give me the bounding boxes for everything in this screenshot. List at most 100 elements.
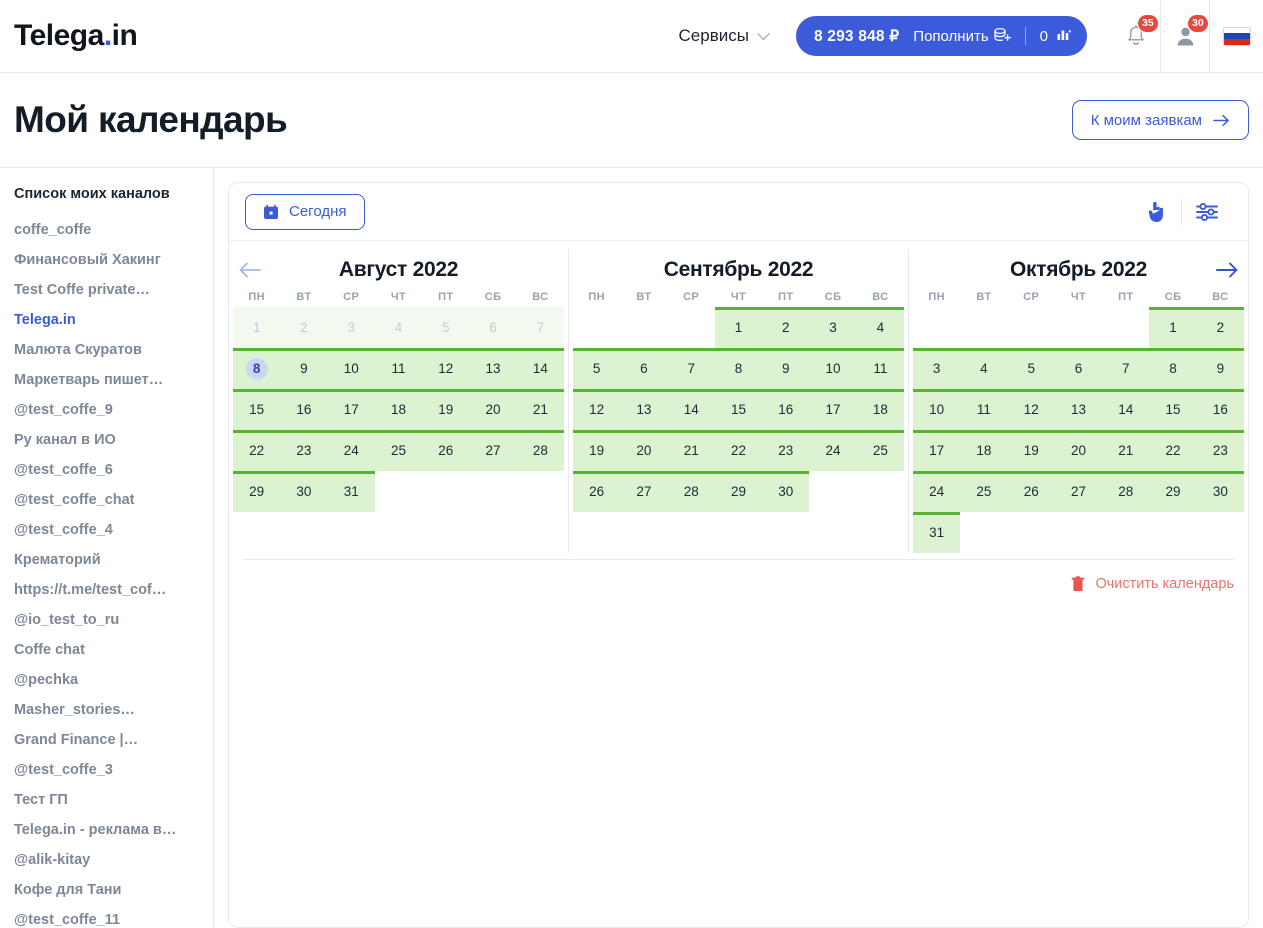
sidebar-item[interactable]: Финансовый Хакинг — [14, 245, 199, 275]
sidebar-item[interactable]: Малюта Скуратов — [14, 335, 199, 365]
clear-calendar-button[interactable]: Очистить календарь — [1071, 576, 1234, 592]
calendar-day[interactable]: 17 — [327, 389, 376, 430]
sidebar-item[interactable]: Крематорий — [14, 545, 199, 575]
calendar-day[interactable]: 9 — [762, 348, 810, 389]
calendar-day[interactable]: 7 — [667, 348, 716, 389]
sidebar-item[interactable]: coffe_coffe — [14, 215, 199, 245]
sidebar-item[interactable]: Маркетварь пишет… — [14, 365, 199, 395]
calendar-day[interactable]: 14 — [1102, 389, 1150, 430]
calendar-day[interactable]: 31 — [327, 471, 376, 512]
calendar-day[interactable]: 13 — [1054, 389, 1103, 430]
sidebar-item[interactable]: @test_coffe_9 — [14, 395, 199, 425]
calendar-day[interactable]: 9 — [280, 348, 328, 389]
calendar-day[interactable]: 5 — [1007, 348, 1056, 389]
calendar-day[interactable]: 20 — [620, 430, 668, 471]
calendar-day[interactable]: 26 — [573, 471, 621, 512]
calendar-day-today[interactable]: 8 — [233, 348, 281, 389]
calendar-day[interactable]: 20 — [1054, 430, 1103, 471]
calendar-day[interactable]: 29 — [1149, 471, 1197, 512]
calendar-day[interactable]: 15 — [1149, 389, 1197, 430]
calendar-day[interactable]: 2 — [1196, 307, 1245, 348]
calendar-day[interactable]: 16 — [280, 389, 328, 430]
calendar-day[interactable]: 17 — [913, 430, 961, 471]
calendar-day[interactable]: 29 — [714, 471, 763, 512]
today-button[interactable]: Сегодня — [245, 193, 365, 230]
calendar-day[interactable]: 25 — [856, 430, 905, 471]
calendar-day[interactable]: 6 — [1054, 348, 1103, 389]
calendar-day[interactable]: 3 — [913, 348, 961, 389]
calendar-day[interactable]: 5 — [422, 307, 470, 348]
calendar-day[interactable]: 11 — [960, 389, 1008, 430]
calendar-day[interactable]: 15 — [233, 389, 281, 430]
calendar-day[interactable]: 26 — [422, 430, 470, 471]
calendar-day[interactable]: 23 — [1196, 430, 1245, 471]
calendar-day[interactable]: 26 — [1007, 471, 1056, 512]
calendar-day[interactable]: 5 — [573, 348, 621, 389]
calendar-day[interactable]: 2 — [280, 307, 328, 348]
calendar-day[interactable]: 7 — [516, 307, 564, 348]
calendar-day[interactable]: 8 — [714, 348, 763, 389]
calendar-day[interactable]: 22 — [1149, 430, 1197, 471]
calendar-day[interactable]: 12 — [422, 348, 470, 389]
sidebar-item[interactable]: Ру канал в ИО — [14, 425, 199, 455]
calendar-day[interactable]: 2 — [762, 307, 810, 348]
topup-button[interactable]: Пополнить — [913, 27, 1011, 46]
calendar-day[interactable]: 20 — [469, 389, 517, 430]
pointer-select-tool[interactable] — [1131, 194, 1181, 230]
sidebar-item[interactable]: Telega.in — [14, 305, 199, 335]
calendar-day[interactable]: 19 — [1007, 430, 1056, 471]
calendar-day[interactable]: 18 — [960, 430, 1008, 471]
calendar-day[interactable]: 12 — [1007, 389, 1056, 430]
sidebar-item[interactable]: @test_coffe_4 — [14, 515, 199, 545]
calendar-day[interactable]: 21 — [516, 389, 565, 430]
sidebar-item[interactable]: https://t.me/test_cof… — [14, 575, 199, 605]
calendar-day[interactable]: 1 — [714, 307, 763, 348]
calendar-day[interactable]: 13 — [620, 389, 668, 430]
calendar-day[interactable]: 18 — [856, 389, 905, 430]
calendar-day[interactable]: 22 — [714, 430, 763, 471]
calendar-day[interactable]: 28 — [1102, 471, 1150, 512]
calendar-day[interactable]: 24 — [327, 430, 376, 471]
calendar-day[interactable]: 16 — [762, 389, 810, 430]
calendar-day[interactable]: 3 — [809, 307, 857, 348]
calendar-day[interactable]: 29 — [233, 471, 281, 512]
calendar-day[interactable]: 13 — [469, 348, 517, 389]
notifications-button[interactable]: 35 — [1111, 0, 1160, 73]
calendar-day[interactable]: 9 — [1196, 348, 1245, 389]
calendar-day[interactable]: 22 — [233, 430, 281, 471]
calendar-day[interactable]: 11 — [374, 348, 423, 389]
calendar-day[interactable]: 28 — [516, 430, 565, 471]
calendar-day[interactable]: 27 — [469, 430, 517, 471]
calendar-day[interactable]: 16 — [1196, 389, 1245, 430]
calendar-day[interactable]: 23 — [280, 430, 328, 471]
sidebar-item[interactable]: @test_coffe_3 — [14, 755, 199, 785]
balance-pill[interactable]: 8 293 848 ₽ Пополнить 0 — [795, 16, 1087, 56]
calendar-day[interactable]: 1 — [233, 307, 281, 348]
calendar-day[interactable]: 12 — [573, 389, 621, 430]
calendar-day[interactable]: 11 — [856, 348, 905, 389]
calendar-day[interactable]: 14 — [667, 389, 716, 430]
profile-button[interactable]: 30 — [1160, 0, 1209, 73]
calendar-day[interactable]: 7 — [1102, 348, 1150, 389]
next-month-button[interactable] — [1212, 255, 1242, 285]
calendar-day[interactable]: 6 — [620, 348, 668, 389]
sidebar-item[interactable]: @alik-kitay — [14, 845, 199, 875]
calendar-day[interactable]: 15 — [714, 389, 763, 430]
calendar-day[interactable]: 24 — [913, 471, 961, 512]
calendar-day[interactable]: 17 — [809, 389, 857, 430]
calendar-day[interactable]: 4 — [856, 307, 905, 348]
calendar-day[interactable]: 25 — [374, 430, 423, 471]
calendar-day[interactable]: 10 — [913, 389, 961, 430]
sidebar-item[interactable]: Coffe chat — [14, 635, 199, 665]
sidebar-item[interactable]: Тест ГП — [14, 785, 199, 815]
sidebar-item[interactable]: Telega.in - реклама в… — [14, 815, 199, 845]
sidebar-item[interactable]: @test_coffe_6 — [14, 455, 199, 485]
sidebar-item[interactable]: Grand Finance |… — [14, 725, 199, 755]
calendar-day[interactable]: 14 — [516, 348, 565, 389]
calendar-day[interactable]: 21 — [667, 430, 716, 471]
sidebar-item[interactable]: @test_coffe_chat — [14, 485, 199, 515]
calendar-day[interactable]: 27 — [1054, 471, 1103, 512]
language-switcher[interactable] — [1209, 0, 1263, 73]
calendar-day[interactable]: 31 — [913, 512, 961, 553]
calendar-day[interactable]: 4 — [960, 348, 1008, 389]
